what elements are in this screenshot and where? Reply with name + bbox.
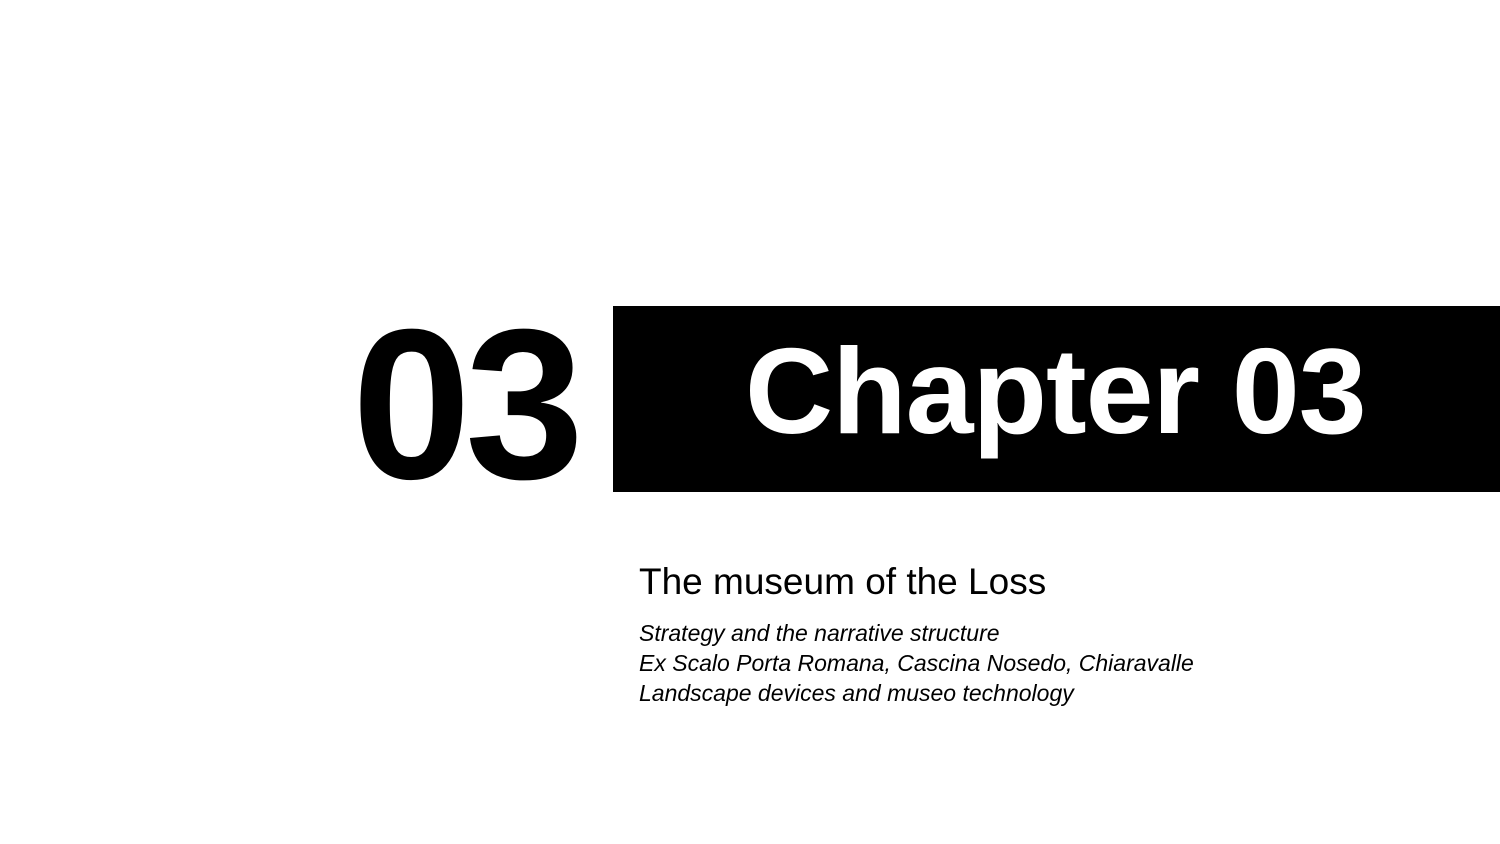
subtitle-line: Landscape devices and museo technology: [639, 680, 1074, 706]
section-heading: The museum of the Loss: [639, 561, 1047, 602]
chapter-title-band: Chapter 03: [613, 306, 1500, 492]
subtitle-line: Strategy and the narrative structure: [639, 620, 1000, 646]
chapter-title: Chapter 03: [745, 323, 1367, 459]
chapter-number: 03: [352, 285, 584, 524]
subtitle-line: Ex Scalo Porta Romana, Cascina Nosedo, C…: [639, 650, 1194, 676]
section-content: The museum of the Loss Strategy and the …: [639, 560, 1459, 708]
